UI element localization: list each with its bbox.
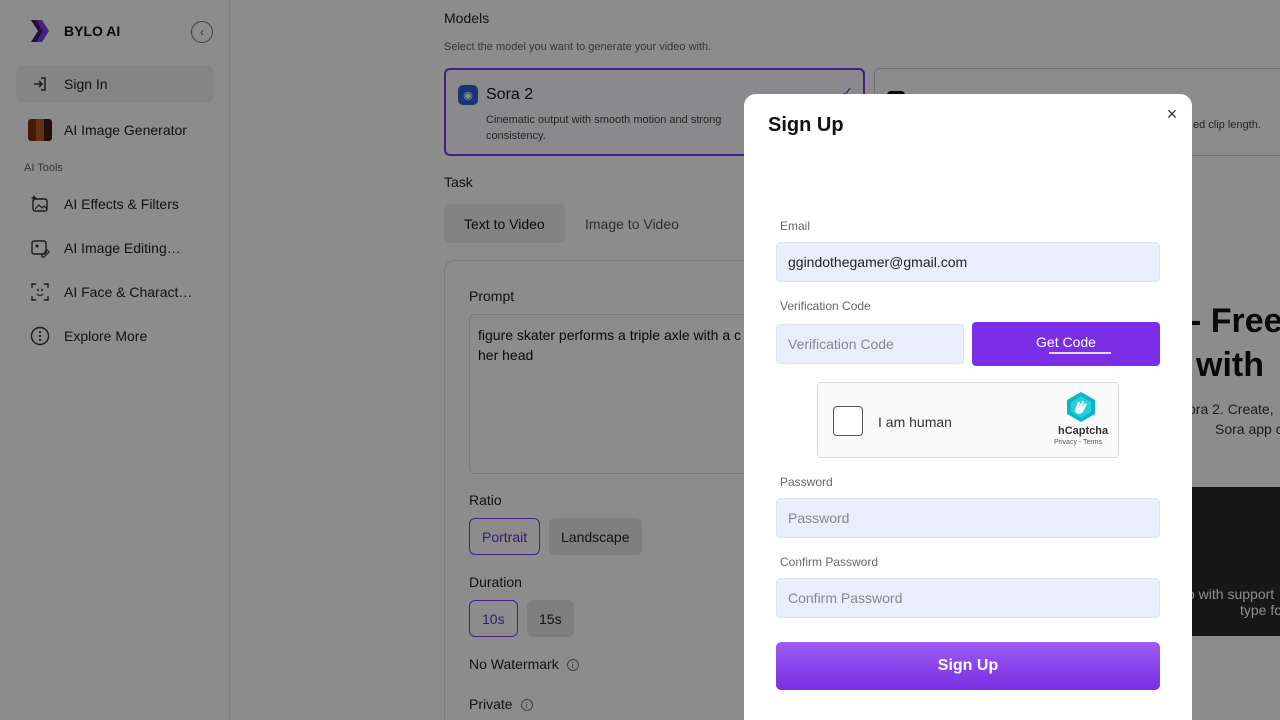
password-label: Password xyxy=(780,475,833,489)
email-label: Email xyxy=(780,219,811,233)
hcaptcha-widget: I am human hCaptcha Privacy - Terms xyxy=(817,382,1119,458)
captcha-brand: hCaptcha xyxy=(1058,425,1109,437)
email-field[interactable] xyxy=(776,242,1160,282)
get-code-underline xyxy=(1049,352,1111,354)
hcaptcha-logo-icon xyxy=(1067,392,1095,422)
captcha-label: I am human xyxy=(878,414,952,430)
sign-up-button[interactable]: Sign Up xyxy=(776,642,1160,690)
verification-code-field[interactable] xyxy=(776,324,964,364)
verification-code-label: Verification Code xyxy=(780,299,871,313)
captcha-checkbox[interactable] xyxy=(833,406,863,436)
confirm-password-label: Confirm Password xyxy=(780,555,879,569)
captcha-links[interactable]: Privacy - Terms xyxy=(1054,439,1102,446)
password-field[interactable] xyxy=(776,498,1160,538)
get-code-label: Get Code xyxy=(1036,334,1096,350)
modal-title: Sign Up xyxy=(768,114,844,136)
close-icon[interactable]: × xyxy=(1162,104,1182,124)
confirm-password-field[interactable] xyxy=(776,578,1160,618)
get-code-button[interactable]: Get Code xyxy=(972,322,1160,366)
sign-up-modal: Sign Up × Email Verification Code Get Co… xyxy=(744,94,1192,720)
